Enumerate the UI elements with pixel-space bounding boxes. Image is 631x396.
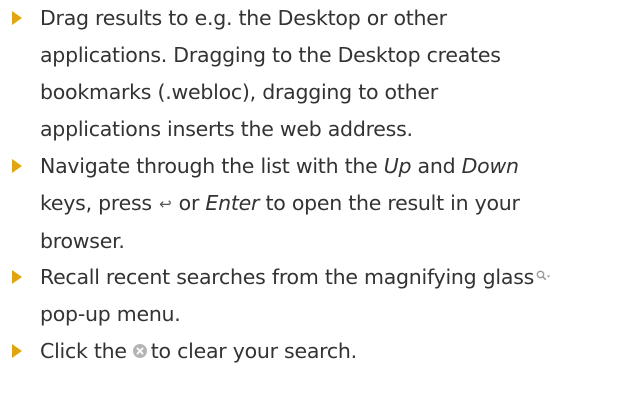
tip-text-segment: Navigate through the list with the [40,154,384,178]
tip-line: Navigate through the list with the Up an… [40,148,621,185]
tip-line: applications inserts the web address. [40,117,413,141]
tip-text: Recall recent searches from the magnifyi… [40,259,621,333]
tip-text-segment: Click the [40,339,127,363]
tips-list: Drag results to e.g. the Desktop or othe… [0,0,631,396]
tip-line: bookmarks (.webloc), dragging to other [40,80,438,104]
return-key-icon: ↩ [159,195,172,213]
bullet-triangle-icon [12,159,22,173]
tip-line: Recall recent searches from the magnifyi… [40,259,621,296]
tip-line: browser. [40,229,125,253]
tip-line: Click the to clear your search. [40,333,621,370]
bullet-triangle-icon [12,344,22,358]
tip-text: Click the to clear your search. [40,333,621,370]
up-key-label: Up [383,154,412,178]
magnifying-glass-menu-icon [536,270,551,282]
tip-text-segment: to open the result in your [259,191,520,215]
tip-line: applications. Dragging to the Desktop cr… [40,43,501,67]
tip-line: keys, press ↩ or Enter to open the resul… [40,185,621,223]
tip-text-segment: or [172,191,206,215]
tip-line: pop-up menu. [40,302,181,326]
tip-text-segment: to clear your search. [150,339,357,363]
tip-text-segment: Recall recent searches from the magnifyi… [40,265,535,289]
tip-text-segment: and [411,154,462,178]
tip-text: Drag results to e.g. the Desktop or othe… [40,0,621,148]
tip-text-segment: keys, press [40,191,159,215]
down-key-label: Down [461,154,519,178]
enter-key-label: Enter [205,191,260,215]
tip-text: Navigate through the list with the Up an… [40,148,621,260]
bullet-triangle-icon [12,11,22,25]
bullet-triangle-icon [12,270,22,284]
clear-search-icon [132,343,148,359]
tip-line: Drag results to e.g. the Desktop or othe… [40,6,447,30]
